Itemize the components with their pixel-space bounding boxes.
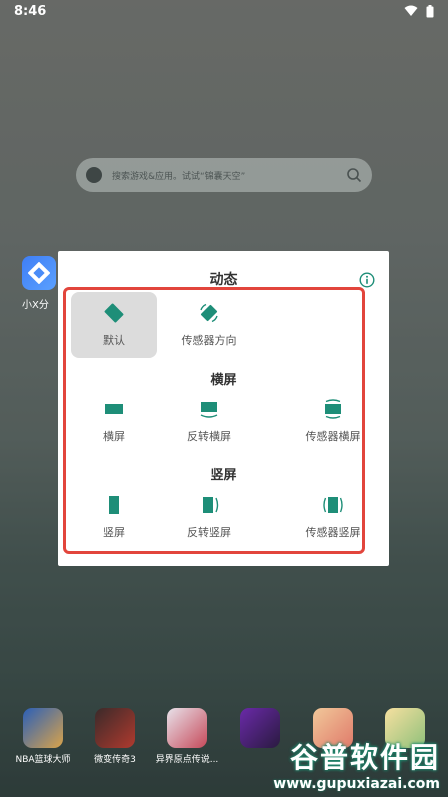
- option-sensor-landscape[interactable]: 传感器横屏: [290, 388, 376, 454]
- clock: 8:46: [14, 3, 47, 19]
- battery-icon: [426, 4, 434, 17]
- wifi-icon: [404, 5, 418, 16]
- option-label: 横屏: [103, 430, 125, 443]
- option-label: 传感器竖屏: [305, 526, 361, 539]
- reverse-landscape-icon: [200, 402, 218, 418]
- game-icon: [23, 708, 63, 748]
- sensor-rotation-icon: [200, 303, 218, 323]
- dock-app-label: 异界原点传说...: [155, 755, 219, 765]
- dock-app-label: NBA篮球大师: [15, 755, 71, 765]
- option-reverse-portrait[interactable]: 反转竖屏: [166, 484, 252, 550]
- search-icon[interactable]: [346, 167, 362, 183]
- sensor-landscape-icon: [325, 399, 341, 419]
- watermark-url: www.gupuxiazai.com: [273, 776, 440, 792]
- search-bar[interactable]: 搜索游戏&应用。试试“锦囊天空”: [76, 158, 372, 192]
- option-default[interactable]: 默认: [71, 292, 157, 358]
- dock-app[interactable]: 微变传奇3: [94, 708, 136, 765]
- game-icon: [167, 708, 207, 748]
- app-icon[interactable]: [22, 256, 56, 290]
- option-label: 默认: [103, 334, 125, 347]
- app-label: 小X分: [22, 300, 49, 311]
- dialog-title: 动态: [209, 272, 238, 288]
- info-icon[interactable]: [359, 272, 375, 288]
- app-logo-icon: [28, 262, 50, 284]
- option-label: 传感器横屏: [305, 430, 361, 443]
- option-landscape[interactable]: 横屏: [71, 388, 157, 454]
- option-sensor-direction[interactable]: 传感器方向: [166, 292, 252, 358]
- store-logo-icon: [86, 167, 102, 183]
- watermark: 谷普软件园 www.gupuxiazai.com: [248, 736, 440, 794]
- dock-app[interactable]: NBA篮球大师: [15, 708, 71, 765]
- search-input[interactable]: 搜索游戏&应用。试试“锦囊天空”: [112, 169, 336, 182]
- rotation-default-icon: [104, 303, 124, 323]
- section-title-portrait: 竖屏: [210, 468, 237, 483]
- portrait-icon: [109, 496, 119, 514]
- option-label: 反转横屏: [187, 430, 231, 443]
- sensor-portrait-icon: [323, 497, 343, 513]
- orientation-dialog: 动态 默认 传感器方向 横屏 横屏 反转横屏 传感器横屏 竖屏 竖屏 反转竖屏 …: [58, 251, 389, 566]
- game-icon: [95, 708, 135, 748]
- dock-app[interactable]: 异界原点传说...: [156, 708, 218, 765]
- option-sensor-portrait[interactable]: 传感器竖屏: [290, 484, 376, 550]
- section-title-landscape: 横屏: [210, 373, 237, 388]
- landscape-icon: [105, 404, 123, 414]
- option-reverse-landscape[interactable]: 反转横屏: [166, 388, 252, 454]
- option-portrait[interactable]: 竖屏: [71, 484, 157, 550]
- option-label: 传感器方向: [181, 334, 237, 347]
- option-label: 竖屏: [103, 526, 125, 539]
- status-icons: [404, 4, 434, 18]
- watermark-title: 谷普软件园: [289, 741, 440, 774]
- reverse-portrait-icon: [203, 497, 219, 513]
- status-bar: 8:46: [0, 0, 448, 22]
- option-label: 反转竖屏: [187, 526, 231, 539]
- dock-app-label: 微变传奇3: [94, 755, 136, 765]
